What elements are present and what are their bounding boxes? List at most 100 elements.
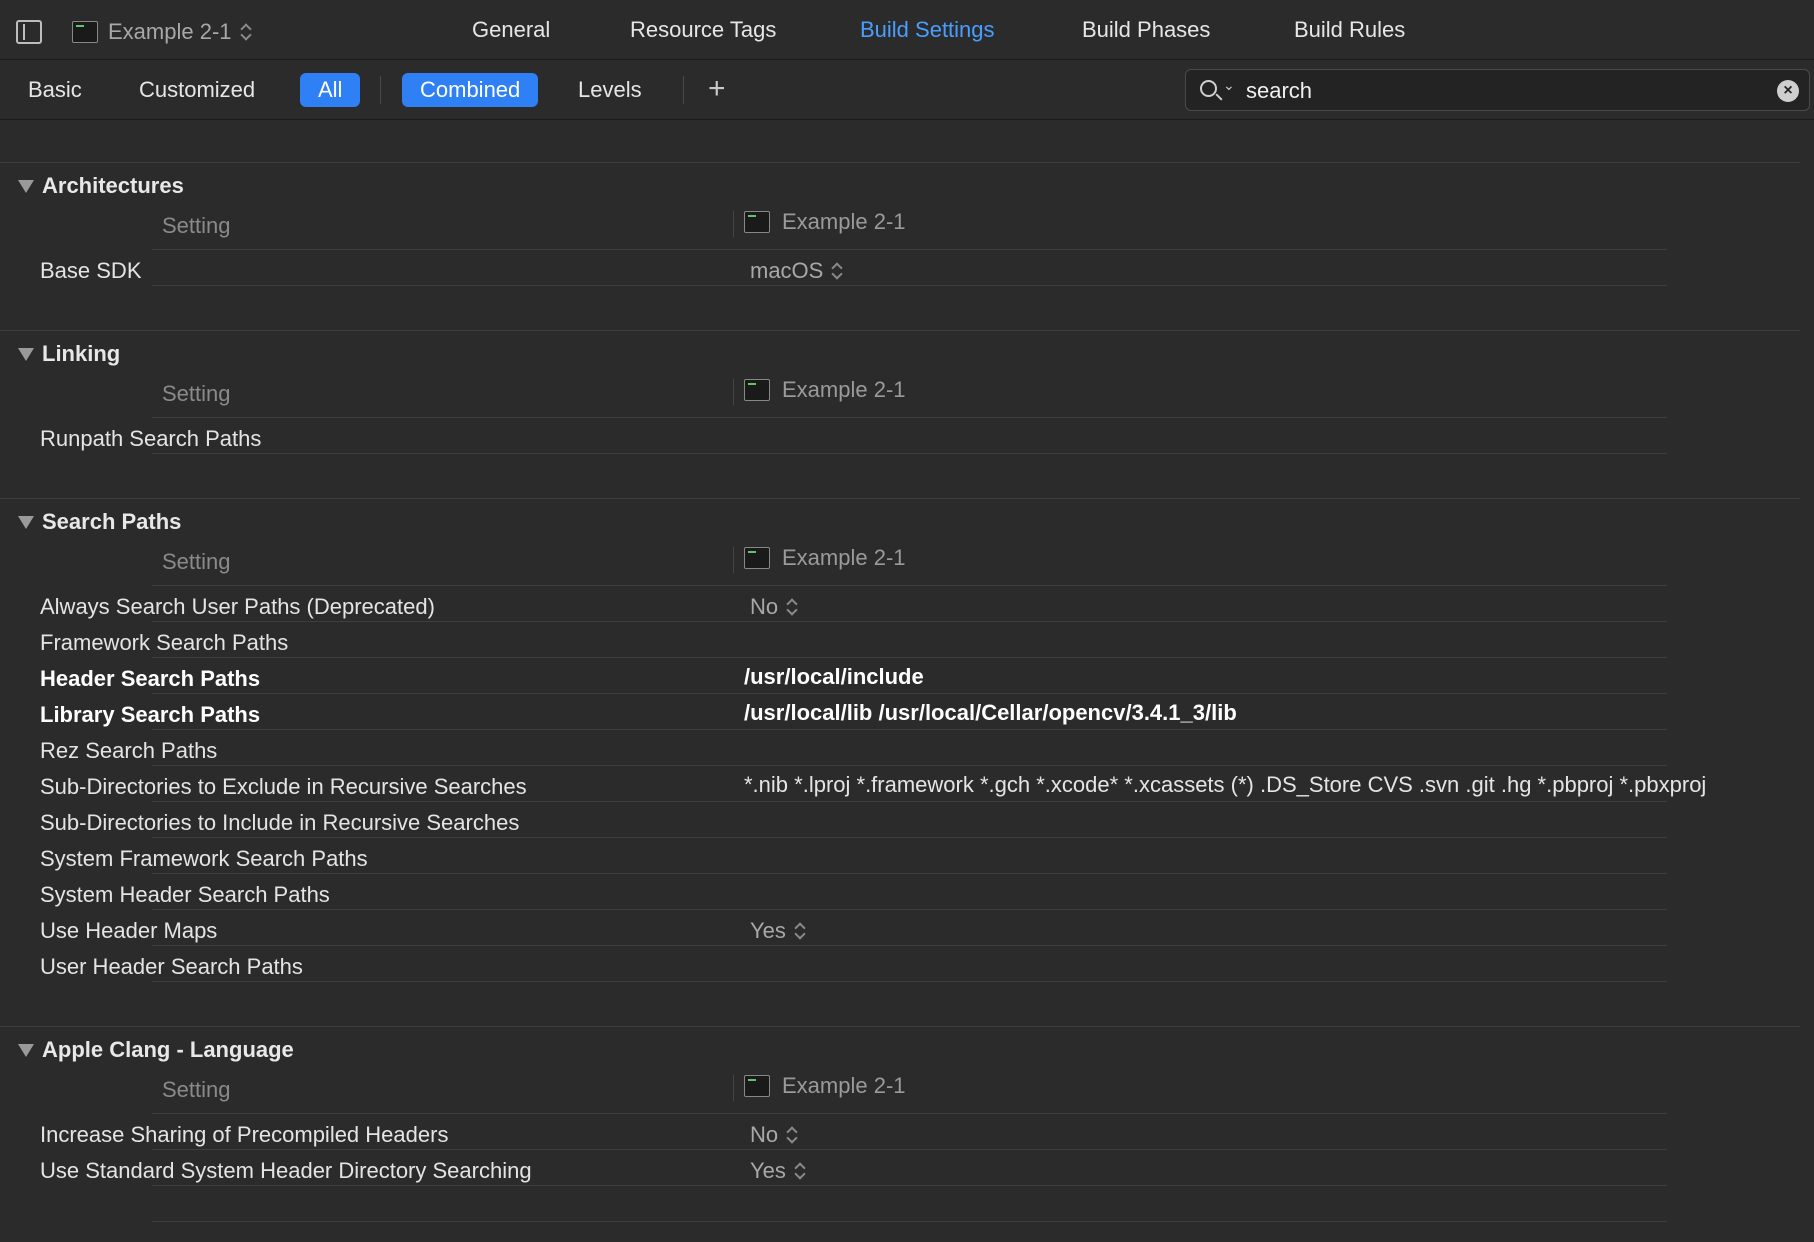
setting-value[interactable]: /usr/local/include — [744, 664, 924, 690]
setting-value: No — [750, 594, 779, 619]
chevron-updown-icon — [831, 260, 843, 282]
disclosure-triangle-icon[interactable] — [18, 1043, 34, 1057]
terminal-app-icon — [744, 1075, 770, 1097]
column-header-setting: Setting — [162, 213, 231, 238]
filter-all-button[interactable]: All — [300, 73, 361, 107]
row-divider — [152, 249, 1667, 250]
disclosure-triangle-icon[interactable] — [18, 179, 34, 193]
top-toolbar: Example 2-1 General Resource Tags Build … — [0, 0, 1814, 60]
column-target-label: Example 2-1 — [782, 1073, 906, 1098]
setting-name[interactable]: Use Standard System Header Directory Sea… — [40, 1158, 532, 1184]
column-header-setting: Setting — [162, 1077, 231, 1102]
tab-resource-tags[interactable]: Resource Tags — [630, 17, 776, 43]
search-icon[interactable] — [1200, 80, 1217, 97]
setting-name[interactable]: Base SDK — [40, 258, 142, 284]
target-selector-label: Example 2-1 — [108, 19, 232, 44]
section-title: Architectures — [42, 173, 184, 198]
terminal-app-icon — [72, 21, 98, 43]
row-divider — [152, 285, 1667, 286]
filter-basic-button[interactable]: Basic — [10, 73, 100, 107]
setting-name[interactable]: Sub-Directories to Include in Recursive … — [40, 810, 519, 836]
column-target-label: Example 2-1 — [782, 377, 906, 402]
setting-value: Yes — [750, 1158, 786, 1183]
section-search-paths-header[interactable]: Search Paths — [18, 509, 181, 535]
row-divider — [152, 417, 1667, 418]
terminal-app-icon — [744, 211, 770, 233]
row-divider — [152, 453, 1667, 454]
view-combined-button[interactable]: Combined — [402, 73, 539, 107]
row-divider — [152, 765, 1667, 766]
setting-name[interactable]: Use Header Maps — [40, 918, 217, 944]
section-linking-header[interactable]: Linking — [18, 341, 120, 367]
build-settings-list: Architectures Setting Example 2-1 Base S… — [0, 121, 1814, 1242]
chevron-down-icon: ⌄ — [1223, 77, 1235, 93]
clear-search-icon[interactable]: × — [1777, 80, 1799, 102]
setting-value-popup[interactable]: No — [750, 594, 798, 620]
sidebar-toggle-icon[interactable] — [16, 20, 42, 44]
row-divider — [152, 801, 1667, 802]
setting-value[interactable]: /usr/local/lib /usr/local/Cellar/opencv/… — [744, 700, 1237, 726]
filter-bar: Basic Customized All Combined Levels + ⌄… — [0, 60, 1814, 120]
section-architectures-header[interactable]: Architectures — [18, 173, 184, 199]
row-divider — [152, 945, 1667, 946]
column-header-target: Example 2-1 — [744, 377, 906, 403]
terminal-app-icon — [744, 379, 770, 401]
setting-value-popup[interactable]: No — [750, 1122, 798, 1148]
setting-value-popup[interactable]: Yes — [750, 918, 806, 944]
setting-value: macOS — [750, 258, 824, 283]
setting-name[interactable]: Header Search Paths — [40, 666, 260, 692]
column-target-label: Example 2-1 — [782, 545, 906, 570]
column-target-label: Example 2-1 — [782, 209, 906, 234]
setting-value[interactable]: *.nib *.lproj *.framework *.gch *.xcode*… — [744, 772, 1706, 798]
disclosure-triangle-icon[interactable] — [18, 347, 34, 361]
setting-name[interactable]: System Framework Search Paths — [40, 846, 368, 872]
setting-name[interactable]: Framework Search Paths — [40, 630, 288, 656]
section-divider — [0, 1026, 1800, 1027]
section-title: Linking — [42, 341, 121, 366]
setting-value-popup[interactable]: macOS — [750, 258, 843, 284]
section-divider — [0, 498, 1800, 499]
column-divider — [733, 211, 734, 237]
tab-general[interactable]: General — [472, 17, 550, 43]
section-divider — [0, 330, 1800, 331]
setting-name[interactable]: Sub-Directories to Exclude in Recursive … — [40, 774, 527, 800]
tab-build-rules[interactable]: Build Rules — [1294, 17, 1405, 43]
setting-name[interactable]: Rez Search Paths — [40, 738, 217, 764]
setting-name[interactable]: System Header Search Paths — [40, 882, 330, 908]
row-divider — [152, 621, 1667, 622]
filter-divider — [683, 76, 684, 104]
row-divider — [152, 909, 1667, 910]
target-selector[interactable]: Example 2-1 — [72, 18, 252, 46]
row-divider — [152, 837, 1667, 838]
search-field[interactable]: ⌄ search × — [1185, 69, 1810, 111]
section-apple-clang-language-header[interactable]: Apple Clang - Language — [18, 1037, 294, 1063]
chevron-updown-icon — [786, 1124, 798, 1146]
column-header-target: Example 2-1 — [744, 1073, 906, 1099]
tab-build-settings[interactable]: Build Settings — [860, 17, 995, 43]
section-title: Apple Clang - Language — [42, 1037, 294, 1062]
column-header-target: Example 2-1 — [744, 209, 906, 235]
view-levels-button[interactable]: Levels — [560, 73, 660, 107]
setting-name[interactable]: User Header Search Paths — [40, 954, 303, 980]
filter-customized-button[interactable]: Customized — [121, 73, 273, 107]
search-input[interactable]: search — [1246, 78, 1312, 104]
row-divider — [152, 981, 1667, 982]
disclosure-triangle-icon[interactable] — [18, 515, 34, 529]
setting-value-popup[interactable]: Yes — [750, 1158, 806, 1184]
setting-name[interactable]: Always Search User Paths (Deprecated) — [40, 594, 435, 620]
tab-build-phases[interactable]: Build Phases — [1082, 17, 1210, 43]
setting-name[interactable]: Library Search Paths — [40, 702, 260, 728]
chevron-updown-icon — [794, 920, 806, 942]
row-divider — [152, 1221, 1667, 1222]
setting-name[interactable]: Increase Sharing of Precompiled Headers — [40, 1122, 448, 1148]
column-divider — [733, 379, 734, 405]
add-setting-button[interactable]: + — [708, 74, 726, 104]
setting-name[interactable]: Runpath Search Paths — [40, 426, 261, 452]
chevron-updown-icon — [786, 596, 798, 618]
filter-divider — [380, 76, 381, 104]
row-divider — [152, 1113, 1667, 1114]
row-divider — [152, 1185, 1667, 1186]
column-header-target: Example 2-1 — [744, 545, 906, 571]
setting-value: No — [750, 1122, 779, 1147]
terminal-app-icon — [744, 547, 770, 569]
